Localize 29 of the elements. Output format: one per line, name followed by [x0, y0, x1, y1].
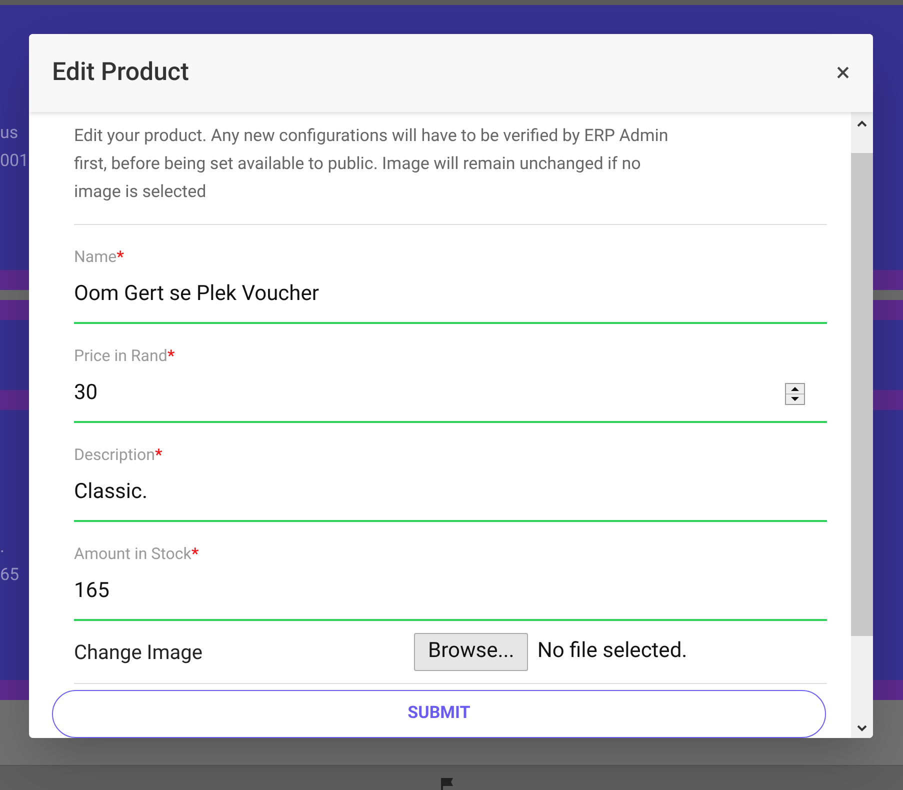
background-text: us [0, 122, 18, 145]
input-field[interactable]: 30 [74, 366, 827, 423]
required-mark: * [191, 544, 199, 564]
field-label: Name [74, 247, 117, 267]
input-field[interactable]: Classic. [74, 465, 827, 522]
spinner-icon[interactable] [785, 382, 805, 404]
change-image-label: Change Image [74, 639, 204, 666]
input-field[interactable]: 165 [74, 564, 827, 621]
required-mark: * [167, 346, 175, 366]
background-text: 001 [0, 150, 29, 173]
required-mark: * [155, 445, 162, 465]
intro-text: Edit your product. Any new configurations will have to be verified by ERP Admin first, before being set available to public. Image will remain unchanged if no image is selected [74, 122, 827, 225]
input-field[interactable]: Oom Gert se Plek Voucher [74, 267, 827, 324]
scroll-up-icon[interactable] [857, 120, 867, 128]
scroll-thumb[interactable] [851, 153, 873, 636]
modal-title: Edit Product [52, 57, 189, 90]
submit-button[interactable]: SUBMIT [52, 690, 826, 738]
background-text: 65 [0, 564, 20, 587]
file-status: No file selected. [537, 638, 688, 666]
scroll-down-icon[interactable] [857, 724, 867, 732]
background-text: . [0, 536, 4, 559]
field-label: Amount in Stock [74, 544, 192, 564]
field-label: Price in Rand [74, 346, 168, 366]
scrollbar[interactable] [851, 112, 873, 738]
close-button[interactable]: × [836, 60, 850, 86]
flag-icon [440, 778, 456, 790]
browse-button[interactable]: Browse... [414, 633, 528, 671]
required-mark: * [116, 247, 124, 267]
field-label: Description [74, 445, 155, 465]
